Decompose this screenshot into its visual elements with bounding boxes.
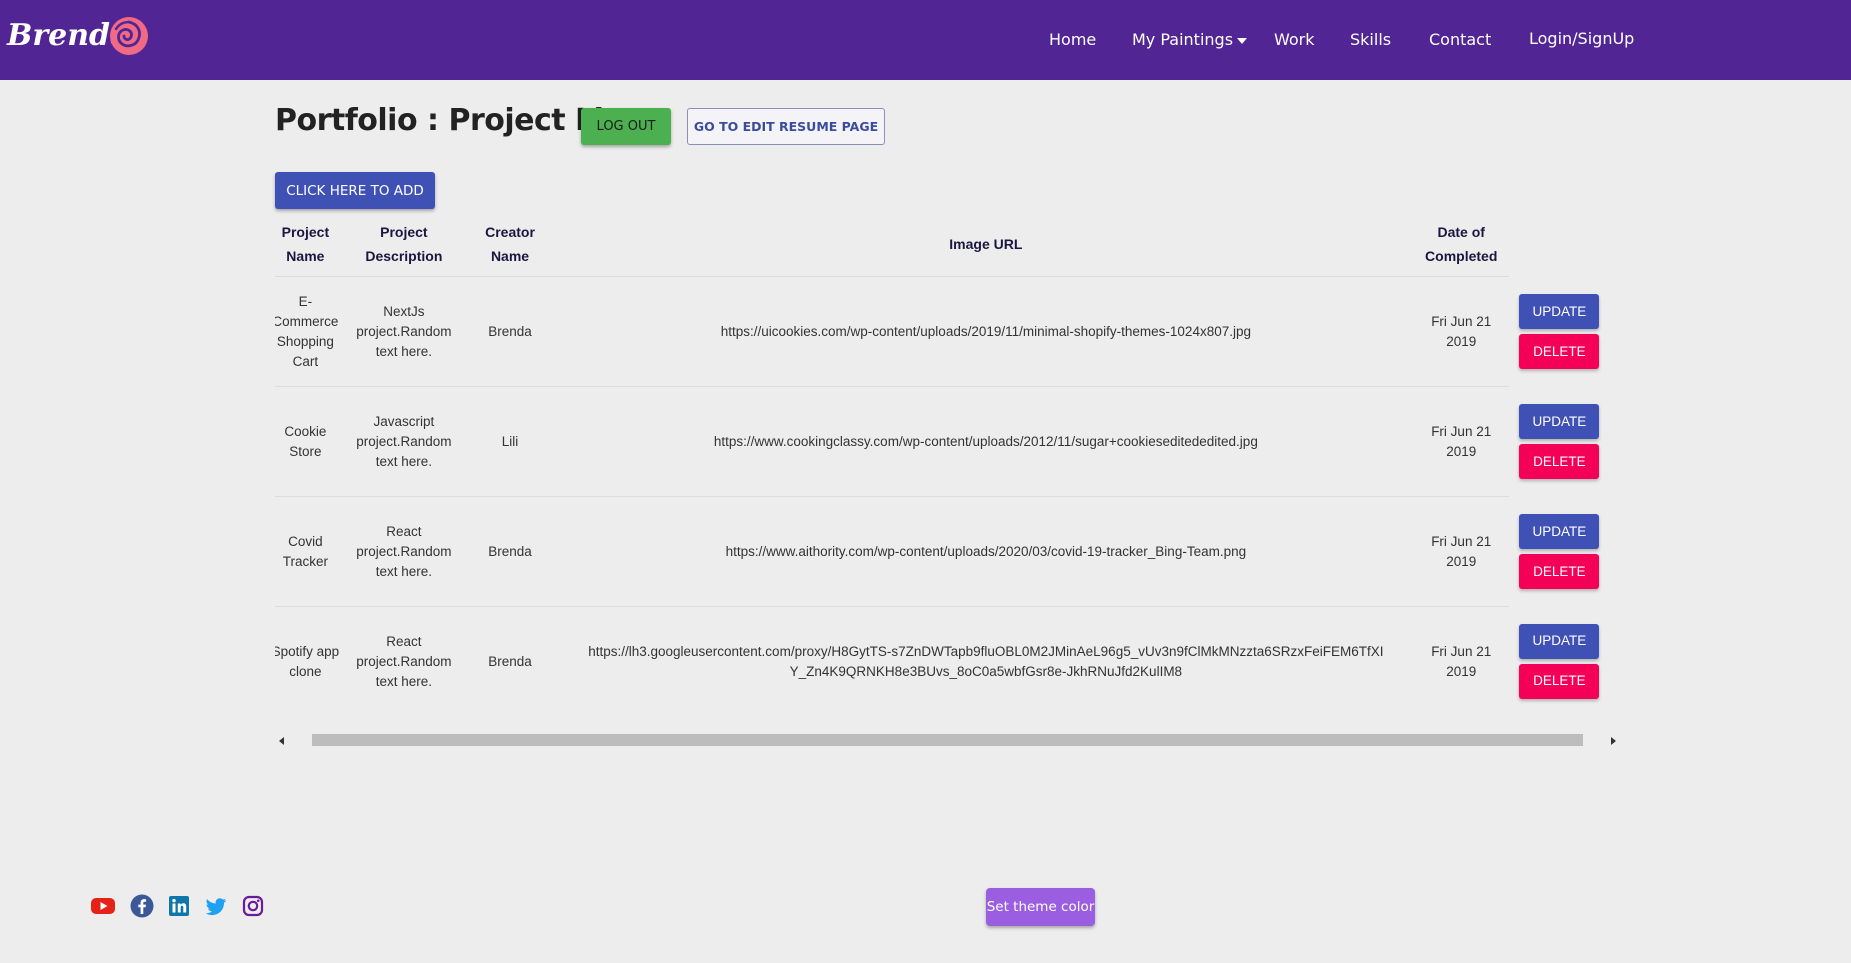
delete-button[interactable]: DELETE <box>1519 663 1600 699</box>
facebook-icon[interactable] <box>129 893 155 919</box>
cell-actions: UPDATE DELETE <box>1508 386 1610 497</box>
scrollbar-thumb[interactable] <box>312 734 1583 746</box>
instagram-icon[interactable] <box>240 893 266 919</box>
cell-image-url: https://www.aithority.com/wp-content/upl… <box>558 496 1414 607</box>
navbar: Brenda Home My Paintings Work Skills Con… <box>0 0 1851 80</box>
caret-down-icon <box>1237 37 1248 44</box>
twitter-icon[interactable] <box>203 893 229 919</box>
nav-login-signup[interactable]: Login/SignUp <box>1529 29 1634 48</box>
table-row: E-Commerce Shopping Cart NextJs project.R… <box>275 276 1610 387</box>
cell-project-name: Cookie Store <box>275 386 346 497</box>
nav-my-paintings[interactable]: My Paintings <box>1132 30 1248 49</box>
table-row: Spotify app clone React project.Random te… <box>275 606 1610 716</box>
update-button[interactable]: UPDATE <box>1519 514 1600 549</box>
cell-actions: UPDATE DELETE <box>1508 606 1610 716</box>
cell-actions: UPDATE DELETE <box>1508 496 1610 607</box>
cell-creator-name: Brenda <box>461 276 559 387</box>
cell-creator-name: Lili <box>461 386 559 497</box>
nav-work[interactable]: Work <box>1274 30 1315 49</box>
project-table: Project Name Project Description Creator Na… <box>275 212 1610 716</box>
project-table-container[interactable]: Project Name Project Description Creator Na… <box>275 212 1620 732</box>
edit-resume-button[interactable]: GO TO EDIT RESUME PAGE <box>687 108 885 145</box>
nav-skills[interactable]: Skills <box>1350 30 1391 49</box>
table-row: Cookie Store Javascript project.Random te… <box>275 386 1610 497</box>
cell-project-description: Javascript project.Random text here. <box>345 386 462 497</box>
cell-creator-name: Brenda <box>461 496 559 607</box>
nav-my-paintings-label: My Paintings <box>1132 30 1234 49</box>
cell-project-description: React project.Random text here. <box>345 606 462 716</box>
update-button[interactable]: UPDATE <box>1519 294 1600 329</box>
table-header-row: Project Name Project Description Creator Na… <box>275 212 1610 277</box>
rose-logo-icon[interactable] <box>108 15 150 57</box>
cell-date-completed: Fri Jun 21 2019 <box>1413 606 1509 716</box>
header-date-completed: Date of Completed <box>1425 224 1498 264</box>
cell-project-name: Spotify app clone <box>275 606 346 716</box>
update-button[interactable]: UPDATE <box>1519 623 1600 659</box>
table-row: Covid Tracker React project.Random text h… <box>275 496 1610 607</box>
cell-image-url: https://www.cookingclassy.com/wp-content… <box>558 386 1414 497</box>
delete-button[interactable]: DELETE <box>1519 444 1600 479</box>
cell-image-url: https://uicookies.com/wp-content/uploads… <box>558 276 1414 387</box>
linkedin-icon[interactable] <box>166 893 192 919</box>
cell-project-name: E-Commerce Shopping Cart <box>275 276 346 387</box>
logout-button[interactable]: LOG OUT <box>581 108 671 145</box>
cell-creator-name: Brenda <box>461 606 559 716</box>
cell-date-completed: Fri Jun 21 2019 <box>1413 386 1509 497</box>
header-creator-name: Creator Name <box>485 224 535 264</box>
cell-actions: UPDATE DELETE <box>1508 276 1610 387</box>
nav-home[interactable]: Home <box>1049 30 1096 49</box>
header-actions <box>1508 212 1610 277</box>
header-project-description: Project Description <box>365 224 443 264</box>
update-button[interactable]: UPDATE <box>1519 404 1600 439</box>
add-project-button[interactable]: CLICK HERE TO ADD <box>275 172 435 209</box>
cell-image-url: https://lh3.googleusercontent.com/proxy/… <box>558 606 1414 716</box>
delete-button[interactable]: DELETE <box>1519 554 1600 589</box>
horizontal-scrollbar[interactable] <box>275 733 1620 748</box>
cell-date-completed: Fri Jun 21 2019 <box>1413 276 1509 387</box>
scroll-left-icon[interactable] <box>279 737 284 745</box>
cell-project-description: NextJs project.Random text here. <box>345 276 462 387</box>
youtube-icon[interactable] <box>90 893 116 919</box>
cell-date-completed: Fri Jun 21 2019 <box>1413 496 1509 607</box>
header-project-name: Project Name <box>281 224 330 264</box>
cell-project-description: React project.Random text here. <box>345 496 462 607</box>
delete-button[interactable]: DELETE <box>1519 334 1600 369</box>
set-theme-color-button[interactable]: Set theme color <box>986 888 1095 926</box>
header-image-url: Image URL <box>949 236 1023 252</box>
cell-project-name: Covid Tracker <box>275 496 346 607</box>
nav-contact[interactable]: Contact <box>1429 30 1491 49</box>
scroll-right-icon[interactable] <box>1611 737 1616 745</box>
